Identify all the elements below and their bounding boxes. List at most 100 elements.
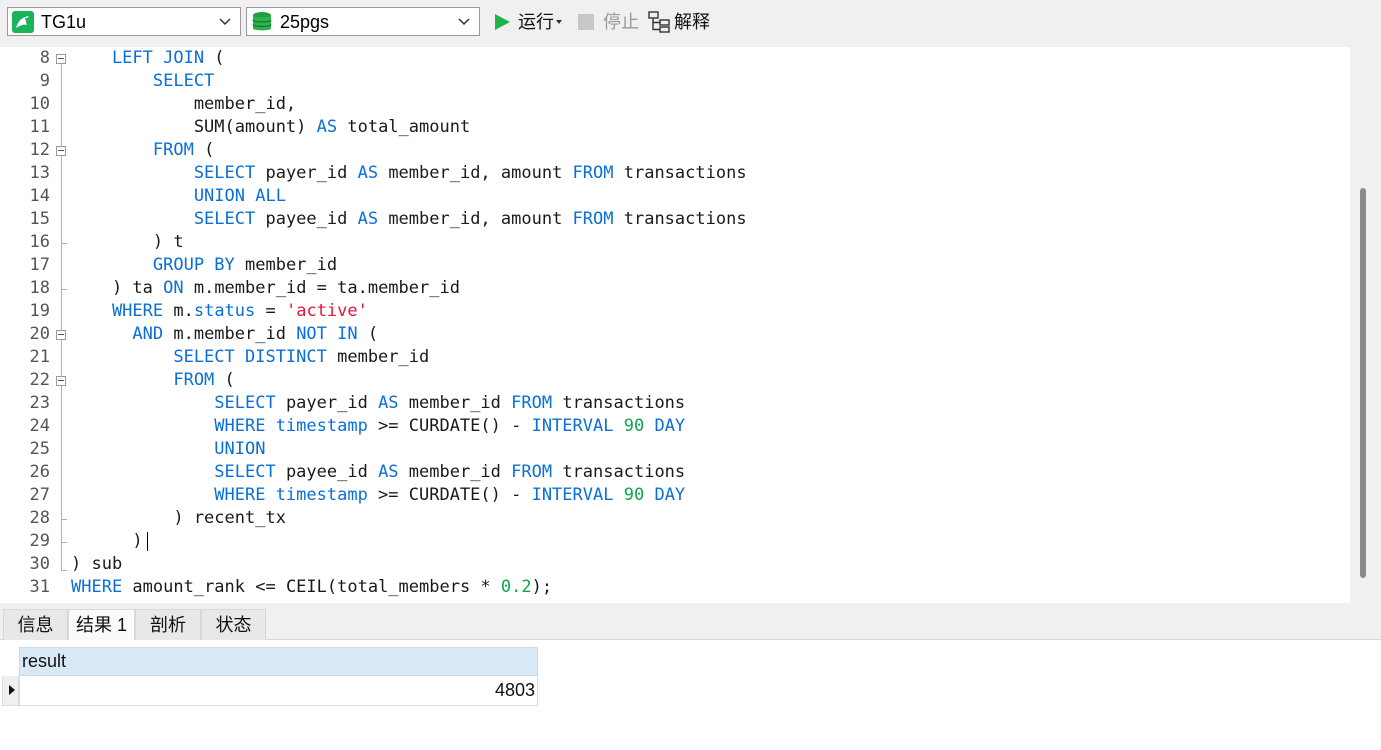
sql-number: 90 xyxy=(623,485,645,505)
row-selector-icon[interactable] xyxy=(2,676,19,706)
sql-text: member_id xyxy=(398,462,512,482)
sql-keyword: DAY xyxy=(654,485,686,505)
line-number: 28 xyxy=(29,508,50,528)
tab-status[interactable]: 状态 xyxy=(201,609,266,640)
code-line[interactable]: 16 ) t xyxy=(0,231,1350,254)
tab-profile[interactable]: 剖析 xyxy=(135,609,201,640)
database-value: 25pgs xyxy=(280,12,330,32)
code-text: WHERE m.status = 'active' xyxy=(71,300,368,323)
code-line[interactable]: 11 SUM(amount) AS total_amount xyxy=(0,116,1350,139)
tab-result-1[interactable]: 结果 1 xyxy=(68,609,135,640)
code-line[interactable]: 28 ) recent_tx xyxy=(0,507,1350,530)
sql-keyword: FROM xyxy=(71,140,194,160)
sql-keyword: SELECT xyxy=(71,163,256,183)
fold-toggle-icon[interactable] xyxy=(56,376,66,386)
fold-toggle-icon[interactable] xyxy=(56,54,66,64)
sql-keyword: AS xyxy=(316,117,338,137)
line-number: 25 xyxy=(29,439,50,459)
explain-icon xyxy=(648,11,670,33)
sql-keyword: DAY xyxy=(654,416,686,436)
dropdown-arrow-icon[interactable] xyxy=(556,19,562,25)
code-line[interactable]: 31 WHERE amount_rank <= CEIL(total_member… xyxy=(0,576,1350,599)
code-line[interactable]: 29 ) xyxy=(0,530,1350,553)
line-number: 15 xyxy=(29,209,50,229)
code-line[interactable]: 14 UNION ALL xyxy=(0,185,1350,208)
line-number: 21 xyxy=(29,347,50,367)
line-number: 18 xyxy=(29,278,50,298)
code-text: AND m.member_id NOT IN ( xyxy=(71,323,378,346)
line-number: 29 xyxy=(29,531,50,551)
code-line[interactable]: 13 SELECT payer_id AS member_id, amount … xyxy=(0,162,1350,185)
code-text: UNION xyxy=(71,438,265,461)
code-line[interactable]: 21 SELECT DISTINCT member_id xyxy=(0,346,1350,369)
code-line[interactable]: 19 WHERE m.status = 'active' xyxy=(0,300,1350,323)
scrollbar-thumb[interactable] xyxy=(1360,188,1366,578)
code-line[interactable]: 23 SELECT payer_id AS member_id FROM tra… xyxy=(0,392,1350,415)
code-line[interactable]: 8 LEFT JOIN ( xyxy=(0,47,1350,70)
code-line[interactable]: 25 UNION xyxy=(0,438,1350,461)
code-line[interactable]: 20 AND m.member_id NOT IN ( xyxy=(0,323,1350,346)
code-line[interactable]: 30) sub xyxy=(0,553,1350,576)
code-line[interactable]: 18 ) ta ON m.member_id = ta.member_id xyxy=(0,277,1350,300)
sql-editor[interactable]: 31 WHERE amount_rank <= CEIL(total_member… xyxy=(0,47,1350,603)
code-text: ) recent_tx xyxy=(71,507,286,530)
sql-string: 'active' xyxy=(285,301,368,321)
code-line[interactable]: 10 member_id, xyxy=(0,93,1350,116)
sql-keyword: UNION ALL xyxy=(71,186,286,206)
result-grid: result 4803 xyxy=(0,640,1381,750)
sql-text: payee_id xyxy=(255,209,358,229)
sql-text: ( xyxy=(357,324,379,344)
code-text: WHERE timestamp >= CURDATE() - INTERVAL … xyxy=(71,484,685,507)
code-line[interactable]: 27 WHERE timestamp >= CURDATE() - INTERV… xyxy=(0,484,1350,507)
table-cell-result[interactable]: 4803 xyxy=(19,676,538,706)
sql-keyword: ON xyxy=(163,278,184,298)
code-text: UNION ALL xyxy=(71,185,286,208)
stop-button[interactable]: 停止 xyxy=(577,9,641,35)
chevron-down-icon xyxy=(458,18,470,26)
explain-button[interactable]: 解释 xyxy=(648,9,718,35)
code-line[interactable]: 12 FROM ( xyxy=(0,139,1350,162)
fold-toggle-icon[interactable] xyxy=(56,330,66,340)
column-header-result[interactable]: result xyxy=(19,647,538,676)
code-line[interactable]: 24 WHERE timestamp >= CURDATE() - INTERV… xyxy=(0,415,1350,438)
line-number: 11 xyxy=(29,117,50,137)
line-number: 12 xyxy=(29,140,50,160)
code-text: LEFT JOIN ( xyxy=(71,47,225,70)
code-line[interactable]: 17 GROUP BY member_id xyxy=(0,254,1350,277)
database-icon xyxy=(252,12,272,31)
line-number: 22 xyxy=(29,370,50,390)
sql-text: member_id, amount xyxy=(378,209,573,229)
connection-select[interactable]: TG1u xyxy=(7,7,241,36)
run-label: 运行 xyxy=(518,12,554,32)
sql-text: ( xyxy=(193,140,215,160)
line-number: 23 xyxy=(29,393,50,413)
sql-text: ) xyxy=(71,531,143,551)
code-text: SELECT payer_id AS member_id FROM transa… xyxy=(71,392,685,415)
code-text: SELECT payee_id AS member_id FROM transa… xyxy=(71,461,685,484)
sql-keyword: FROM xyxy=(71,370,215,390)
sql-text: ( xyxy=(214,370,235,390)
line-number: 14 xyxy=(29,186,50,206)
code-text: SELECT DISTINCT member_id xyxy=(71,346,429,369)
sql-text: ) recent_tx xyxy=(71,508,286,528)
code-line[interactable]: 22 FROM ( xyxy=(0,369,1350,392)
code-text: WHERE amount_rank <= CEIL(total_members … xyxy=(71,576,552,599)
editor-vertical-scrollbar[interactable] xyxy=(1350,47,1381,603)
run-button[interactable]: 运行 xyxy=(492,9,566,35)
code-line[interactable]: 9 SELECT xyxy=(0,70,1350,93)
sql-text: total_amount xyxy=(337,117,471,137)
fold-toggle-icon[interactable] xyxy=(56,146,66,156)
code-line[interactable]: 26 SELECT payee_id AS member_id FROM tra… xyxy=(0,461,1350,484)
database-select[interactable]: 25pgs xyxy=(246,7,480,36)
code-text: GROUP BY member_id xyxy=(71,254,337,277)
code-text: SELECT payee_id AS member_id, amount FRO… xyxy=(71,208,747,231)
sql-keyword: AS xyxy=(378,462,399,482)
line-number: 30 xyxy=(29,554,50,574)
mysql-dolphin-icon xyxy=(12,11,34,33)
sql-keyword: NOT IN xyxy=(296,324,358,344)
code-text: FROM ( xyxy=(71,369,235,392)
fold-end-mark xyxy=(61,519,67,520)
tab-info[interactable]: 信息 xyxy=(3,609,68,640)
sql-keyword: WHERE xyxy=(71,577,123,597)
code-line[interactable]: 15 SELECT payee_id AS member_id, amount … xyxy=(0,208,1350,231)
